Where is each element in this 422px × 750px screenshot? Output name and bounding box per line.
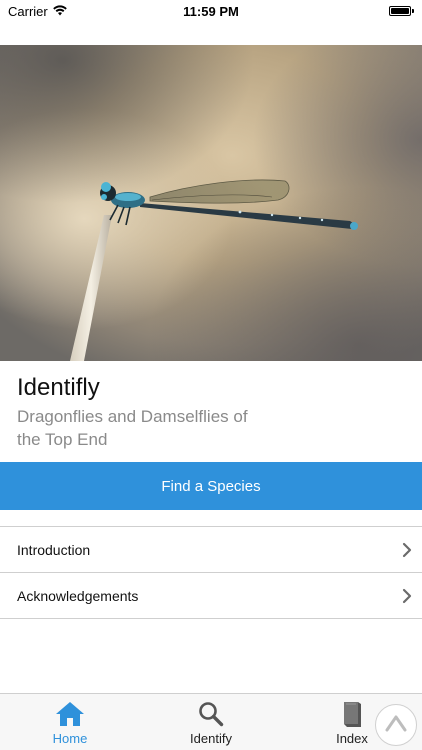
chevron-right-icon: [400, 588, 414, 604]
tab-home[interactable]: Home: [40, 694, 100, 750]
hero-image: [0, 45, 422, 361]
wifi-icon: [52, 4, 67, 19]
search-icon: [198, 700, 224, 728]
book-icon: [340, 700, 364, 728]
battery-icon: [389, 6, 414, 16]
menu-item-label: Acknowledgements: [17, 587, 139, 604]
tab-identify-label: Identify: [190, 731, 232, 746]
menu-item-acknowledgements[interactable]: Acknowledgements: [0, 573, 422, 619]
status-bar: Carrier 11:59 PM: [0, 0, 422, 22]
app-subtitle: Dragonflies and Damselflies of the Top E…: [17, 407, 248, 449]
menu-item-introduction[interactable]: Introduction: [0, 527, 422, 573]
find-species-button[interactable]: Find a Species: [0, 462, 422, 510]
menu-list: Introduction Acknowledgements: [0, 526, 422, 619]
tab-bar: Home Identify Index: [0, 693, 422, 750]
status-left: Carrier: [8, 4, 67, 19]
tab-index-label: Index: [336, 731, 368, 746]
menu-item-label: Introduction: [17, 541, 91, 558]
home-icon: [55, 700, 85, 728]
tab-index[interactable]: Index: [322, 694, 382, 750]
chevron-up-icon: [384, 713, 408, 738]
damselfly-photo: [0, 45, 422, 361]
carrier-label: Carrier: [8, 3, 48, 19]
title-block: Identifly Dragonflies and Damselflies of…: [17, 373, 407, 451]
scroll-top-button[interactable]: [375, 704, 417, 746]
chevron-right-icon: [400, 542, 414, 558]
tab-identify[interactable]: Identify: [180, 694, 242, 750]
app-title: Identifly: [17, 374, 100, 401]
tab-home-label: Home: [52, 731, 88, 746]
